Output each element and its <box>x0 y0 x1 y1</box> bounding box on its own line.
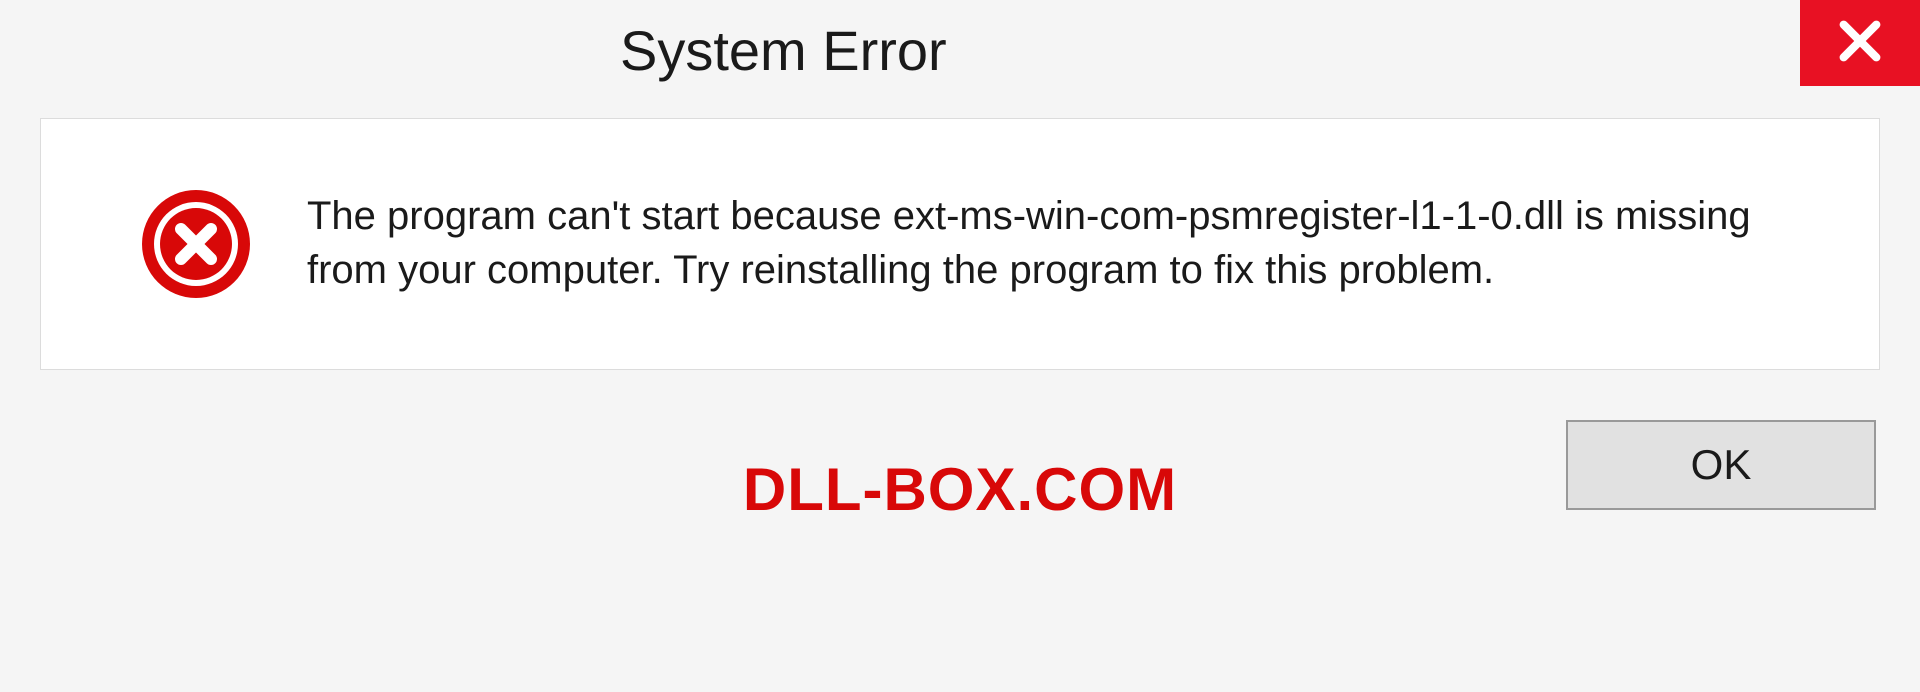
titlebar: System Error <box>0 0 1920 108</box>
close-icon <box>1832 13 1888 74</box>
error-icon <box>141 189 251 299</box>
close-button[interactable] <box>1800 0 1920 86</box>
error-message: The program can't start because ext-ms-w… <box>307 189 1807 297</box>
ok-button[interactable]: OK <box>1566 420 1876 510</box>
content-panel: The program can't start because ext-ms-w… <box>40 118 1880 370</box>
dialog-title: System Error <box>620 0 947 83</box>
watermark-label: DLL-BOX.COM <box>743 455 1177 524</box>
dialog-footer: DLL-BOX.COM OK <box>0 400 1920 554</box>
error-dialog: System Error The program can't start bec… <box>0 0 1920 692</box>
